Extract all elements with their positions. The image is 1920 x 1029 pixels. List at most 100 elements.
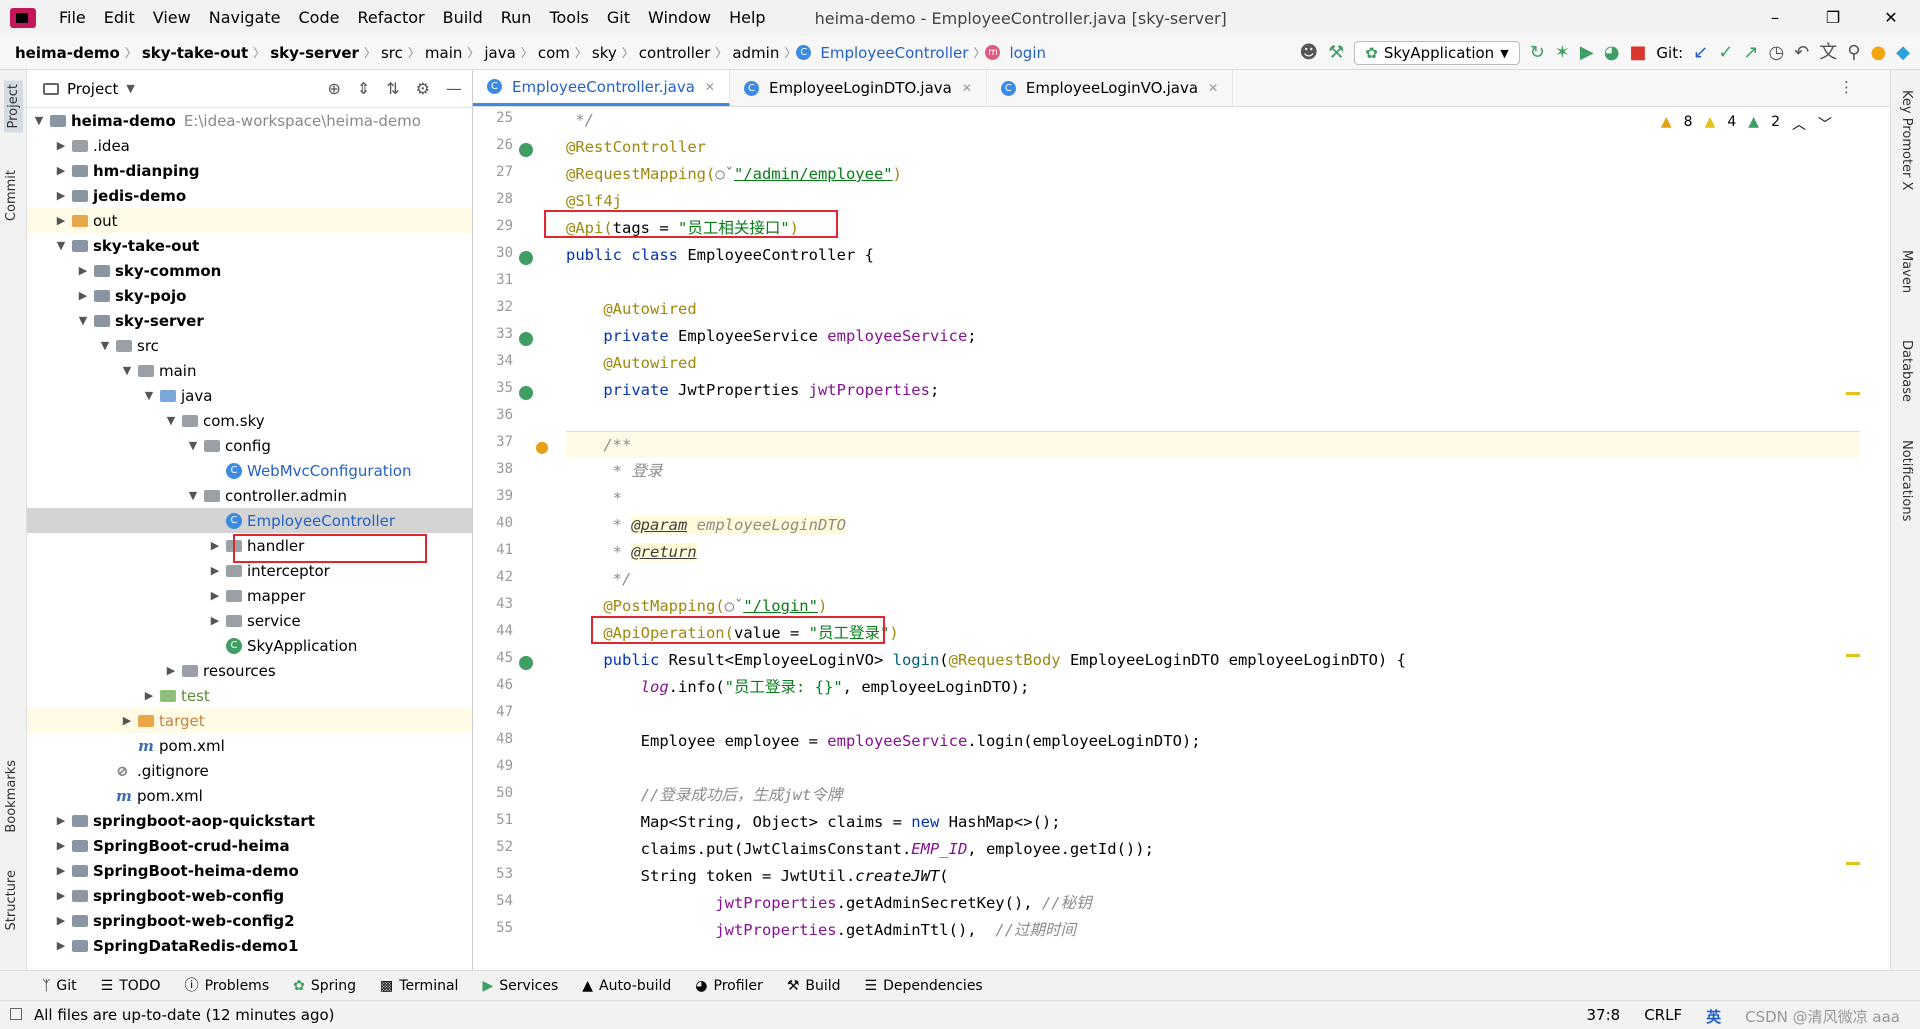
gear-icon[interactable]: ⚙ <box>416 79 430 98</box>
tree-node[interactable]: ▶ sky-pojo <box>27 283 472 308</box>
tool-window-auto-build[interactable]: ▲ Auto-build <box>570 971 683 1001</box>
breadcrumb-item[interactable]: admin <box>727 44 784 62</box>
git-push-icon[interactable]: ↗ <box>1743 36 1758 70</box>
translate-icon[interactable]: 文 <box>1819 36 1837 70</box>
rollback-icon[interactable]: ↶ <box>1794 36 1809 70</box>
more-tabs-icon[interactable]: ⋮ <box>1839 78 1854 96</box>
tool-window-dependencies[interactable]: ☰ Dependencies <box>853 971 995 1001</box>
debug-icon[interactable]: ✶ <box>1555 36 1570 70</box>
breadcrumb-item[interactable]: java <box>479 44 520 62</box>
close-icon[interactable]: ✕ <box>705 80 715 94</box>
profile-icon[interactable]: ◕ <box>1604 36 1620 70</box>
close-icon[interactable]: ✕ <box>962 81 972 95</box>
breadcrumb-item[interactable]: sky-server <box>265 44 364 62</box>
breadcrumb-item[interactable]: controller <box>634 44 716 62</box>
tool-tab-structure[interactable]: Structure <box>4 870 19 930</box>
tool-tab-maven[interactable]: Maven <box>1899 250 1914 293</box>
tool-window-problems[interactable]: ⓘ Problems <box>173 971 282 1001</box>
expand-all-icon[interactable]: ⇕ <box>357 79 370 98</box>
chevron-right-icon[interactable]: ▶ <box>53 189 69 202</box>
chevron-right-icon[interactable]: ▶ <box>141 689 157 702</box>
stop-icon[interactable]: ■ <box>1629 36 1646 70</box>
chevron-right-icon[interactable]: ▶ <box>53 939 69 952</box>
chevron-right-icon[interactable]: ▶ <box>53 164 69 177</box>
coverage-icon[interactable]: ▶ <box>1580 36 1594 70</box>
chevron-down-icon[interactable]: ▼ <box>185 439 201 452</box>
tree-node[interactable]: ▶ jedis-demo <box>27 183 472 208</box>
tab-employee-controller[interactable]: C EmployeeController.java ✕ <box>473 70 730 106</box>
close-icon[interactable]: ✕ <box>1208 81 1218 95</box>
chevron-right-icon[interactable]: ▶ <box>75 289 91 302</box>
breadcrumb-item[interactable]: sky <box>587 44 622 62</box>
run-configuration-select[interactable]: ✿ SkyApplication ▼ <box>1354 41 1520 65</box>
tree-node[interactable]: ▼ src <box>27 333 472 358</box>
jetbrains-icon[interactable]: ◆ <box>1896 36 1910 70</box>
tree-node[interactable]: ▶ .idea <box>27 133 472 158</box>
ime-indicator[interactable]: 英 <box>1706 1006 1721 1027</box>
tree-node[interactable]: ▶ mapper <box>27 583 472 608</box>
chevron-right-icon[interactable]: ▶ <box>53 814 69 827</box>
breadcrumb-item[interactable]: main <box>420 44 467 62</box>
menu-window[interactable]: Window <box>639 0 720 36</box>
autowired-gutter-icon[interactable] <box>519 386 533 400</box>
tree-node[interactable]: ▶ target <box>27 708 472 733</box>
chevron-right-icon[interactable]: ▶ <box>53 214 69 227</box>
tree-node[interactable]: ▶ SpringBoot-heima-demo <box>27 858 472 883</box>
chevron-right-icon[interactable]: ▶ <box>163 664 179 677</box>
chevron-down-icon[interactable]: ▼ <box>141 389 157 402</box>
tree-node[interactable]: ▶ resources <box>27 658 472 683</box>
tool-window-terminal[interactable]: ▩ Terminal <box>368 971 470 1001</box>
tree-node[interactable]: C SkyApplication <box>27 633 472 658</box>
tree-node[interactable]: ▼ config <box>27 433 472 458</box>
collapse-all-icon[interactable]: ⇅ <box>386 79 399 98</box>
chevron-right-icon[interactable]: ▶ <box>207 564 223 577</box>
menu-build[interactable]: Build <box>434 0 492 36</box>
caret-position[interactable]: 37:8 <box>1587 1006 1621 1027</box>
request-mapping-gutter-icon[interactable] <box>519 656 533 670</box>
tree-node[interactable]: ▼ sky-take-out <box>27 233 472 258</box>
tree-node[interactable]: ▼ sky-server <box>27 308 472 333</box>
maximize-button[interactable]: ❐ <box>1804 0 1862 36</box>
menu-code[interactable]: Code <box>290 0 349 36</box>
chevron-right-icon[interactable]: ▶ <box>119 714 135 727</box>
tool-tab-commit[interactable]: Commit <box>4 170 19 221</box>
menu-edit[interactable]: Edit <box>95 0 144 36</box>
chevron-down-icon[interactable]: ▼ <box>97 339 113 352</box>
project-panel-title[interactable]: Project <box>67 80 118 98</box>
chevron-down-icon[interactable]: ▼ <box>126 82 134 95</box>
locate-icon[interactable]: ⊕ <box>327 79 340 98</box>
tool-window-todo[interactable]: ☰ TODO <box>89 971 173 1001</box>
autowired-gutter-icon[interactable] <box>519 332 533 346</box>
tree-node[interactable]: ▶ springboot-web-config2 <box>27 908 472 933</box>
breadcrumb-item[interactable]: sky-take-out <box>137 44 253 62</box>
git-commit-icon[interactable]: ✓ <box>1718 36 1733 70</box>
chevron-right-icon[interactable]: ▶ <box>53 889 69 902</box>
tree-node[interactable]: m pom.xml <box>27 733 472 758</box>
git-update-icon[interactable]: ↙ <box>1693 36 1708 70</box>
build-hammer-icon[interactable]: ⚒ <box>1328 36 1344 70</box>
tool-tab-key-promoter[interactable]: Key Promoter X <box>1899 90 1914 190</box>
tree-node[interactable]: ▶ service <box>27 608 472 633</box>
tab-employee-login-vo[interactable]: C EmployeeLoginVO.java ✕ <box>987 70 1234 106</box>
tree-node[interactable]: ▼ main <box>27 358 472 383</box>
chevron-right-icon[interactable]: ▶ <box>53 839 69 852</box>
tree-node[interactable]: ▶ handler <box>27 533 472 558</box>
chevron-down-icon[interactable]: ▼ <box>31 114 47 127</box>
line-ending[interactable]: CRLF <box>1644 1006 1682 1027</box>
chevron-down-icon[interactable]: ▼ <box>185 489 201 502</box>
menu-git[interactable]: Git <box>598 0 639 36</box>
chevron-right-icon[interactable]: ▶ <box>75 264 91 277</box>
minimize-button[interactable]: – <box>1746 0 1804 36</box>
menu-file[interactable]: File <box>50 0 95 36</box>
tree-node[interactable]: ▼ heima-demo E:\idea-workspace\heima-demo <box>27 108 472 133</box>
close-window-button[interactable]: ✕ <box>1862 0 1920 36</box>
tool-window-spring[interactable]: ✿ Spring <box>281 971 368 1001</box>
tree-node[interactable]: ▶ SpringBoot-crud-heima <box>27 833 472 858</box>
tree-node[interactable]: ▶ test <box>27 683 472 708</box>
chevron-right-icon[interactable]: ▶ <box>207 539 223 552</box>
tree-node[interactable]: C WebMvcConfiguration <box>27 458 472 483</box>
code-area[interactable]: */ @RestController @RequestMapping(○ˇ"/a… <box>544 107 1890 970</box>
tree-node[interactable]: ▶ hm-dianping <box>27 158 472 183</box>
tree-node[interactable]: m pom.xml <box>27 783 472 808</box>
menu-run[interactable]: Run <box>492 0 541 36</box>
